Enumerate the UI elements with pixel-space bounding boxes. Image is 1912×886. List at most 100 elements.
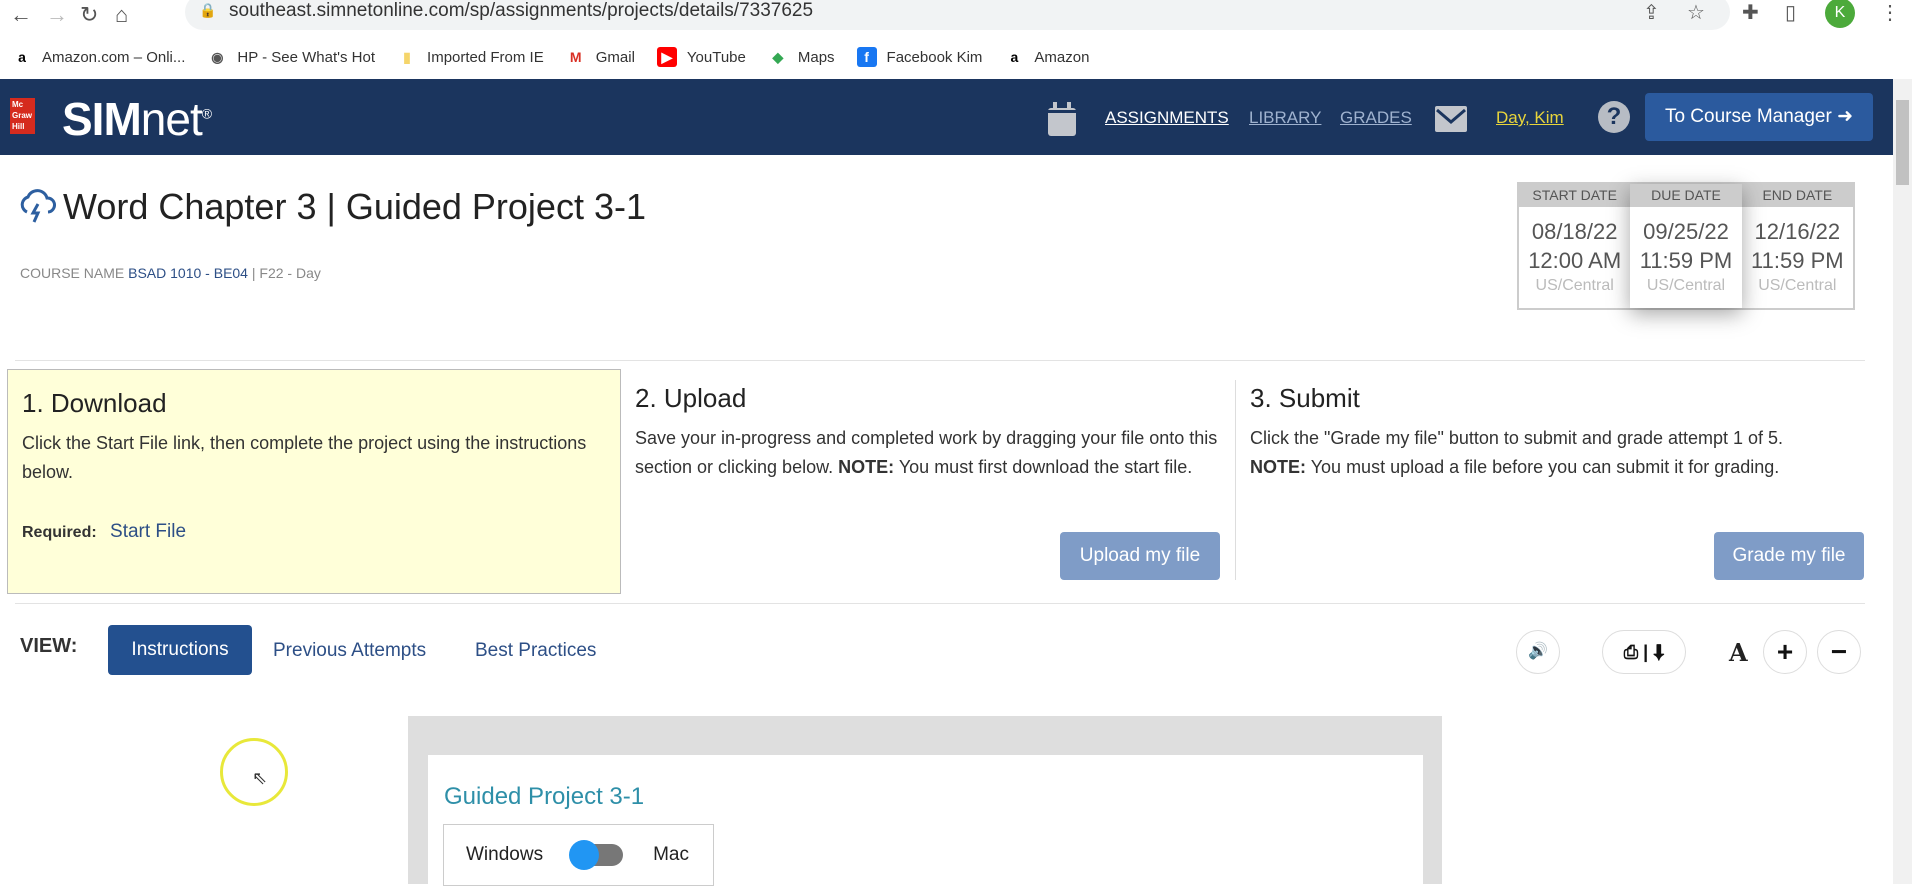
course-name: BSAD 1010 - BE04: [128, 265, 248, 281]
logo-light: net: [140, 93, 203, 145]
logo-reg: ®: [201, 105, 212, 122]
to-course-manager-button[interactable]: To Course Manager ➜: [1645, 93, 1873, 141]
bookmark-label: HP - See What's Hot: [237, 48, 376, 66]
bookmarks-bar: a Amazon.com – Onli... ◉ HP - See What's Ho…: [0, 38, 1912, 76]
date-label: DUE DATE: [1630, 184, 1742, 207]
course-info: COURSE NAME BSAD 1010 - BE04 | F22 - Day: [20, 265, 321, 281]
step-upload[interactable]: 2. Upload Save your in-progress and comp…: [635, 383, 1225, 482]
bookmark-label: Maps: [797, 48, 835, 66]
note-label: NOTE:: [1250, 457, 1306, 477]
date-value: 12/16/22: [1754, 219, 1841, 244]
bookmark-item[interactable]: a Amazon.com – Onli...: [12, 47, 185, 67]
divider: [15, 360, 1865, 361]
print-download-button[interactable]: ⎙ | ⬇: [1602, 630, 1686, 674]
step-download: 1. Download Click the Start File link, t…: [7, 369, 621, 594]
mcgraw-hill-logo: Mc Graw Hill: [10, 98, 35, 134]
lock-icon: 🔒: [199, 2, 217, 18]
address-bar[interactable]: 🔒 southeast.simnetonline.com/sp/assignmen…: [185, 0, 1730, 30]
url-text: southeast.simnetonline.com/sp/assignment…: [229, 0, 814, 21]
back-icon[interactable]: ←: [10, 2, 32, 28]
download-icon[interactable]: ⬇: [1653, 642, 1664, 662]
speaker-icon: 🔊: [1528, 643, 1548, 660]
maps-icon: ◆: [767, 47, 788, 67]
bookmark-item[interactable]: a Amazon: [1004, 47, 1089, 67]
course-label: COURSE NAME: [20, 265, 125, 281]
bookmark-label: Gmail: [595, 48, 635, 66]
os-switch[interactable]: [569, 840, 624, 870]
star-icon[interactable]: ☆: [1687, 0, 1705, 25]
step-title: 1. Download: [22, 388, 167, 418]
note-text: You must first download the start file.: [898, 457, 1193, 477]
note-label: NOTE:: [838, 457, 895, 477]
bookmark-label: Facebook Kim: [886, 48, 983, 66]
amazon-icon: a: [12, 47, 32, 67]
sidepanel-icon[interactable]: ▯: [1785, 0, 1796, 25]
globe-icon: ◉: [207, 47, 228, 67]
bookmark-item[interactable]: ▶ YouTube: [656, 47, 746, 67]
calendar-icon[interactable]: [1048, 102, 1076, 136]
timezone: US/Central: [1758, 277, 1837, 294]
forward-icon[interactable]: →: [46, 2, 68, 28]
grade-my-file-button[interactable]: Grade my file: [1714, 532, 1864, 580]
menu-icon[interactable]: ⋮: [1880, 0, 1900, 25]
nav-grades[interactable]: GRADES: [1340, 108, 1412, 128]
toggle-mac-label: Mac: [653, 844, 689, 865]
user-menu[interactable]: Day, Kim: [1496, 108, 1564, 128]
decrease-font-button[interactable]: −: [1817, 630, 1861, 674]
bookmark-item[interactable]: f Facebook Kim: [856, 47, 983, 67]
font-size-icon: A: [1729, 638, 1748, 667]
dates-table: START DATE 08/18/22 12:00 AM US/Central DUE …: [1517, 182, 1855, 310]
timezone: US/Central: [1646, 277, 1726, 294]
bookmark-item[interactable]: M Gmail: [565, 47, 635, 67]
date-value: 09/25/22: [1643, 219, 1729, 244]
reload-icon[interactable]: ↻: [80, 2, 98, 28]
youtube-icon: ▶: [656, 47, 677, 67]
extensions-icon[interactable]: ✚: [1742, 0, 1759, 25]
timezone: US/Central: [1535, 277, 1614, 294]
upload-my-file-button[interactable]: Upload my file: [1060, 532, 1220, 580]
share-icon[interactable]: ⇪: [1643, 0, 1660, 25]
step-text: Click the Start File link, then complete…: [22, 433, 587, 482]
tab-instructions[interactable]: Instructions: [108, 625, 252, 675]
time-value: 11:59 PM: [1751, 248, 1844, 273]
help-icon[interactable]: ?: [1598, 101, 1630, 133]
view-label: VIEW:: [20, 635, 78, 657]
folder-icon: ▮: [397, 47, 418, 67]
logo-bold: SIM: [62, 93, 142, 145]
browser-toolbar: ← → ↻ ⌂ 🔒 southeast.simnetonline.com/sp/a…: [0, 0, 1912, 36]
nav-library[interactable]: LIBRARY: [1249, 108, 1321, 128]
note-text: You must upload a file before you can su…: [1310, 457, 1780, 477]
date-column: END DATE 12/16/22 11:59 PM US/Central: [1741, 184, 1853, 308]
tab-best-practices[interactable]: Best Practices: [475, 640, 596, 662]
mail-icon[interactable]: [1435, 106, 1467, 132]
tab-previous-attempts[interactable]: Previous Attempts: [273, 640, 426, 662]
scrollbar[interactable]: [1893, 79, 1912, 884]
gmail-icon: M: [565, 47, 586, 67]
step-title: 3. Submit: [1250, 383, 1360, 413]
vertical-divider: [1235, 380, 1236, 580]
toggle-windows-label: Windows: [466, 844, 544, 865]
step-submit: 3. Submit Click the "Grade my file" butt…: [1250, 383, 1870, 482]
bookmark-item[interactable]: ◆ Maps: [767, 47, 835, 67]
bookmark-label: Imported From IE: [427, 48, 544, 66]
time-value: 11:59 PM: [1639, 248, 1733, 273]
bookmark-item[interactable]: ◉ HP - See What's Hot: [207, 47, 375, 67]
bookmark-item[interactable]: ▮ Imported From IE: [397, 47, 544, 67]
start-file-link[interactable]: Start File: [110, 521, 186, 542]
profile-avatar[interactable]: K: [1825, 0, 1855, 28]
date-column: DUE DATE 09/25/22 11:59 PM US/Central: [1630, 184, 1742, 308]
required-label: Required:: [22, 524, 97, 541]
bookmark-label: YouTube: [686, 48, 746, 66]
nav-assignments[interactable]: ASSIGNMENTS: [1105, 108, 1229, 128]
home-icon[interactable]: ⌂: [115, 2, 128, 28]
speaker-button[interactable]: 🔊: [1516, 630, 1560, 674]
print-icon[interactable]: ⎙: [1624, 642, 1638, 662]
scrollbar-thumb[interactable]: [1896, 100, 1909, 185]
date-column: START DATE 08/18/22 12:00 AM US/Central: [1519, 184, 1631, 308]
simnet-logo[interactable]: SIMnet®: [62, 92, 212, 146]
bookmark-label: Amazon.com – Onli...: [42, 48, 186, 66]
date-label: START DATE: [1519, 184, 1631, 207]
course-manager-label: To Course Manager: [1664, 106, 1832, 127]
step-text: Click the "Grade my file" button to subm…: [1250, 428, 1784, 448]
increase-font-button[interactable]: +: [1763, 630, 1807, 674]
